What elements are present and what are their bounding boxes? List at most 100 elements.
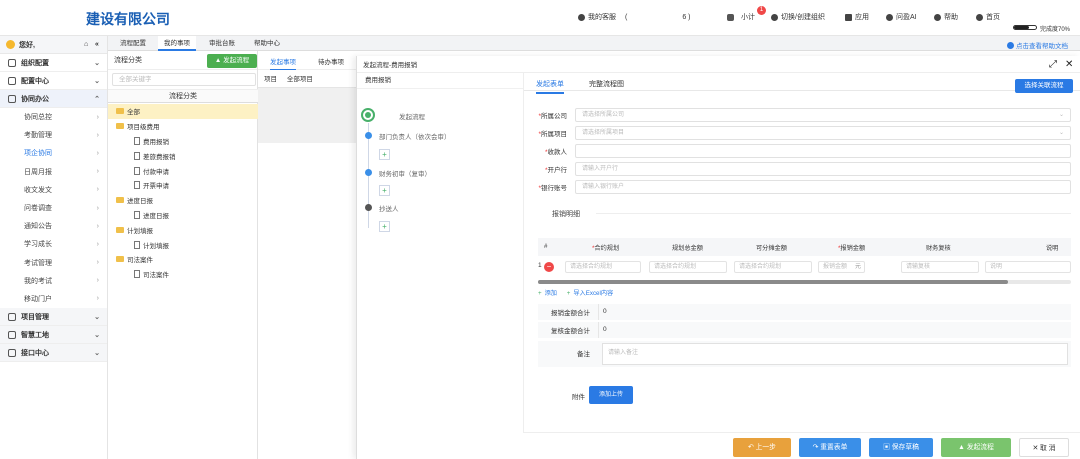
home-link[interactable]: 首页: [976, 12, 1000, 22]
tab-flow-config[interactable]: 流程配置: [114, 36, 152, 51]
sidebar-section-site[interactable]: 智慧工地 ⌄: [0, 326, 107, 345]
add-row-button[interactable]: + 添加: [538, 290, 557, 297]
prev-step-button[interactable]: ↶ 上一步: [733, 438, 791, 457]
tree-node[interactable]: 计划填报: [108, 222, 258, 237]
sidebar-item[interactable]: 考勤管理 ›: [0, 126, 107, 144]
company-select[interactable]: 请选择所属公司 ⌄: [575, 108, 1071, 122]
notes-row: 备注 请输入备注: [538, 341, 1071, 367]
sidebar-item[interactable]: 日周月报 ›: [0, 163, 107, 181]
collapse-icon[interactable]: «: [95, 41, 99, 48]
chevron-down-icon: ⌄: [94, 331, 100, 339]
apps-link[interactable]: 应用: [845, 12, 869, 22]
sidebar-item[interactable]: 问卷调查 ›: [0, 199, 107, 217]
tab-todo-items[interactable]: 待办事项: [318, 56, 344, 66]
review-field[interactable]: 请输复核: [901, 261, 979, 273]
table-scrollbar[interactable]: [538, 280, 1071, 284]
sidebar-section-collab[interactable]: 协同办公 ⌃: [0, 90, 107, 108]
tab-approval-ledger[interactable]: 审批台账: [203, 36, 241, 51]
sum-total-label: 报销金额合计: [551, 310, 590, 317]
tree-node[interactable]: 司法案件: [108, 252, 258, 267]
import-excel-button[interactable]: + 导入Excel内容: [567, 290, 614, 297]
tab-my-items[interactable]: 我的事项: [158, 36, 196, 51]
bank-field[interactable]: 请输入开户行: [575, 162, 1071, 176]
note-field[interactable]: 说明: [985, 261, 1071, 273]
apps-label: 应用: [855, 14, 869, 21]
switch-org-link[interactable]: 切换/创建组织: [771, 12, 825, 22]
tree-node[interactable]: 费用报销: [108, 134, 258, 149]
contract-select[interactable]: 请选择合约规划: [565, 261, 641, 273]
scrollbar-thumb[interactable]: [538, 280, 1008, 284]
allocable-field[interactable]: 请选择合约规划: [734, 261, 812, 273]
category-tree: 全部 项目级费用 费用报销 差旅费报销 付款申请 开票申请 进度日报 进度日报 计划填报 计划填报…: [108, 104, 258, 282]
add-node-icon[interactable]: +: [379, 221, 390, 232]
sidebar-section-project[interactable]: 项目管理 ⌄: [0, 308, 107, 327]
tree-node[interactable]: 进度日报: [108, 193, 258, 208]
upload-button[interactable]: 添加上传: [589, 386, 633, 404]
tree-node[interactable]: 司法案件: [108, 267, 258, 282]
payee-field[interactable]: [575, 144, 1071, 158]
plan-total-field[interactable]: 请选择合约规划: [649, 261, 727, 273]
field-label: 银行账号: [541, 185, 567, 192]
submit-flow-button[interactable]: ▲ 发起流程: [941, 438, 1011, 457]
tree-node[interactable]: 全部: [108, 104, 258, 119]
node-dot: [365, 204, 372, 211]
sidebar-item[interactable]: 考试管理 ›: [0, 254, 107, 272]
sidebar-item[interactable]: 我的考试 ›: [0, 272, 107, 290]
tree-node[interactable]: 计划填报: [108, 237, 258, 252]
sidebar-item[interactable]: 收文发文 ›: [0, 181, 107, 199]
add-node-icon[interactable]: +: [379, 149, 390, 160]
tab-start-items[interactable]: 发起事项: [270, 56, 296, 70]
section-label: 项目管理: [21, 313, 49, 321]
notes-textarea[interactable]: 请输入备注: [602, 343, 1068, 365]
tree-node[interactable]: 项目级费用: [108, 119, 258, 134]
tree-node[interactable]: 开票申请: [108, 178, 258, 193]
tree-node[interactable]: 差旅费报销: [108, 148, 258, 163]
help-doc-link[interactable]: 点击查看帮助文档: [1007, 40, 1068, 50]
close-icon[interactable]: ✕: [1065, 59, 1073, 70]
cancel-button[interactable]: ✕ 取 消: [1019, 438, 1069, 457]
sidebar-item[interactable]: 通知公告 ›: [0, 217, 107, 235]
tree-node-label: 司法案件: [127, 257, 153, 265]
sidebar-item[interactable]: 协同总控 ›: [0, 108, 107, 126]
sidebar-item[interactable]: 学习成长 ›: [0, 235, 107, 253]
sidebar-item[interactable]: 移动门户 ›: [0, 290, 107, 308]
account-field[interactable]: 请输入银行账户: [575, 180, 1071, 194]
tab-start-form[interactable]: 发起表单: [536, 79, 564, 94]
amount-field[interactable]: 报销金额元: [818, 261, 865, 273]
search-input[interactable]: 全部关键字: [112, 73, 256, 86]
save-draft-button[interactable]: ▣ 保存草稿: [869, 438, 933, 457]
tab-help-center[interactable]: 帮助中心: [248, 36, 286, 51]
tab-full-diagram[interactable]: 完整流程图: [589, 79, 624, 89]
document-icon: [134, 181, 140, 190]
tree-node[interactable]: 付款申请: [108, 163, 258, 178]
remove-row-icon[interactable]: −: [544, 262, 554, 272]
save-draft-label: 保存草稿: [891, 444, 919, 451]
customer-service-link[interactable]: 我的客服 ( 6 ): [578, 12, 691, 22]
ai-link[interactable]: 问盈AI: [886, 12, 917, 22]
subtotal-link[interactable]: 小计: [727, 12, 755, 22]
reset-form-button[interactable]: ↷ 重置表单: [799, 438, 861, 457]
import-excel-label: 导入Excel内容: [573, 290, 614, 297]
home-icon[interactable]: ⌂: [84, 41, 88, 48]
th-allocable: 可分摊金额: [756, 245, 787, 252]
project-select[interactable]: 请选择所属项目 ⌄: [575, 126, 1071, 140]
select-related-flow-button[interactable]: 选择关联流程: [1015, 79, 1073, 93]
sidebar-section-config[interactable]: 配置中心 ⌄: [0, 72, 107, 90]
sidebar-item[interactable]: 项企协同 ›: [0, 144, 107, 162]
expand-icon[interactable]: ⤢: [1049, 59, 1057, 70]
tree-node-label: 差旅费报销: [143, 153, 176, 161]
field-label: 所属公司: [541, 113, 567, 120]
start-flow-button[interactable]: ▲ 发起流程: [207, 54, 257, 68]
col-all-projects[interactable]: 全部项目: [287, 76, 313, 83]
sidebar-section-api[interactable]: 接口中心 ⌄: [0, 344, 107, 363]
add-node-icon[interactable]: +: [379, 185, 390, 196]
tree-node-label: 项目级费用: [127, 124, 160, 132]
flow-category-panel: 流程分类 ▲ 发起流程 全部关键字 流程分类 全部 项目级费用 费用报销 差旅费报销付…: [108, 51, 258, 459]
tree-node[interactable]: 进度日报: [108, 208, 258, 223]
flow-diagram: 费用报销 发起流程 部门负责人（依次会审） + 财务初审（复审） + 抄送人 +: [357, 73, 524, 459]
help-link[interactable]: 帮助: [934, 12, 958, 22]
sidebar-section-org[interactable]: 组织配置 ⌄: [0, 54, 107, 72]
th-review: 财务复核: [926, 245, 951, 252]
detail-section-title: 报销明细: [552, 211, 580, 218]
tree-node-label: 全部: [127, 109, 140, 117]
